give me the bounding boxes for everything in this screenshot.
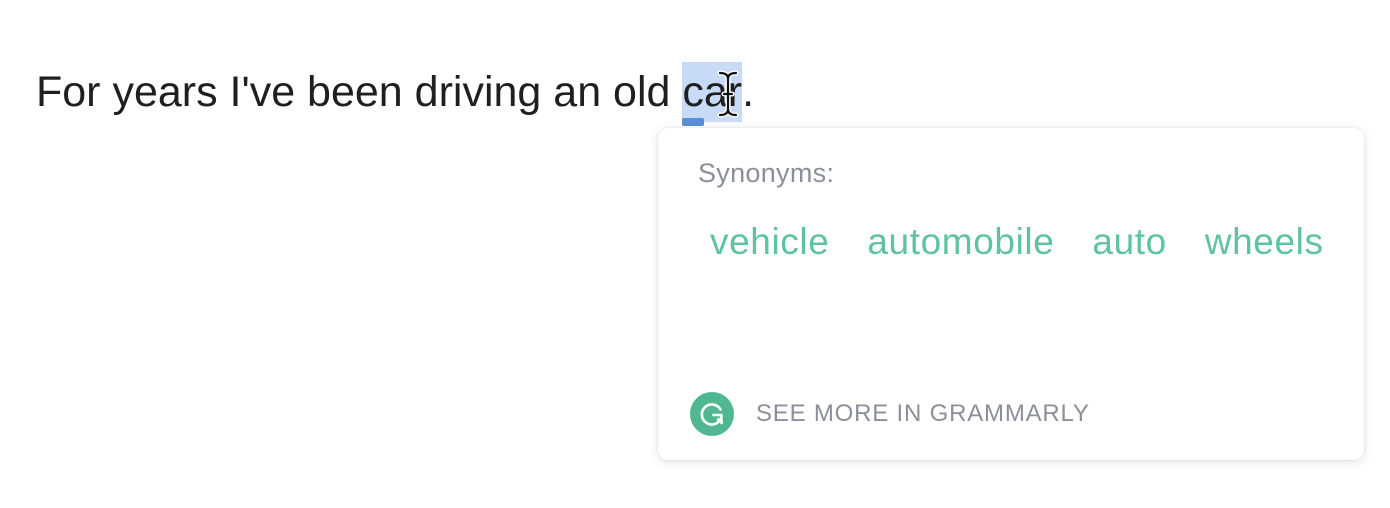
- see-more-in-grammarly-link[interactable]: SEE MORE IN GRAMMARLY: [690, 392, 1090, 436]
- synonym-option[interactable]: automobile: [867, 216, 1054, 268]
- text-before-selection: For years I've been driving an old: [36, 68, 683, 116]
- synonym-option[interactable]: wheels: [1205, 216, 1324, 268]
- i-beam-cursor-icon: [717, 70, 739, 118]
- see-more-label: SEE MORE IN GRAMMARLY: [756, 400, 1090, 427]
- synonyms-popup: Synonyms: vehicle automobile auto wheels…: [658, 128, 1364, 460]
- grammarly-logo-icon: [690, 392, 734, 436]
- synonyms-heading: Synonyms:: [698, 158, 835, 188]
- synonym-option[interactable]: auto: [1092, 216, 1166, 268]
- text-after-selection: .: [742, 68, 755, 116]
- editor-text-line[interactable]: For years I've been driving an old car.: [36, 62, 755, 126]
- selection-underline: [682, 118, 705, 126]
- synonym-option[interactable]: vehicle: [710, 216, 829, 268]
- synonym-list: vehicle automobile auto wheels: [710, 216, 1330, 268]
